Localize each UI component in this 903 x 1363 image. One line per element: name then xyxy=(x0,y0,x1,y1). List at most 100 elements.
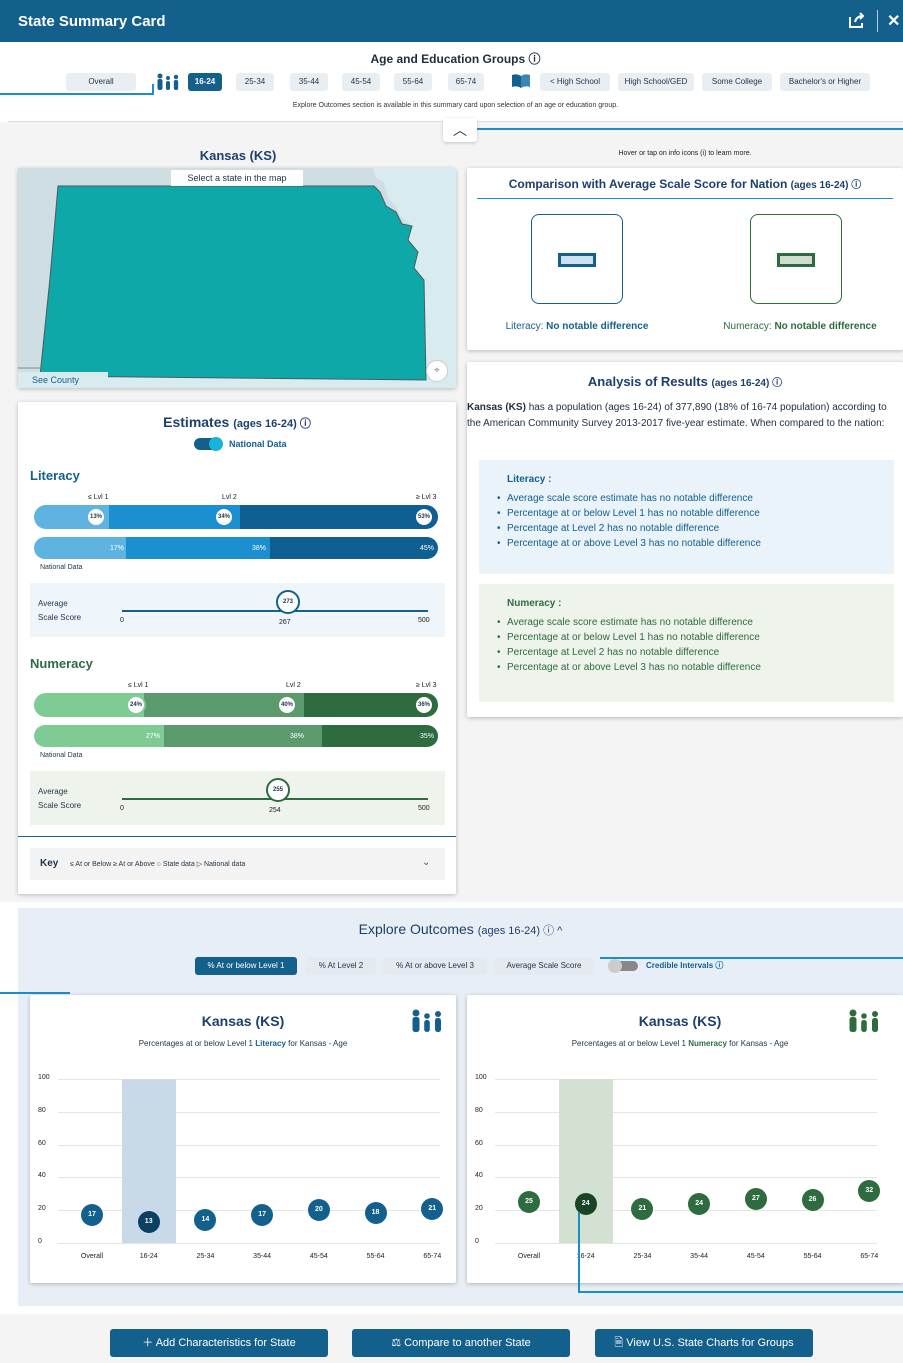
outcome-tab-0[interactable]: % At or below Level 1 xyxy=(195,957,297,975)
kansas-map-shape[interactable] xyxy=(18,168,456,388)
close-icon[interactable]: ✕ xyxy=(887,11,900,31)
data-point[interactable]: 14 xyxy=(194,1209,217,1232)
education-button-2[interactable]: Some College xyxy=(702,73,772,91)
data-point[interactable]: 24 xyxy=(688,1192,711,1215)
literacy-scale-min: 0 xyxy=(120,617,124,624)
annotation-line xyxy=(477,128,903,130)
overall-button[interactable]: Overall xyxy=(66,73,136,91)
level2-label: Lvl 2 xyxy=(222,494,237,501)
group-selector: Age and Education Groups ⓘ Overall 16-24… xyxy=(8,42,903,122)
x-tick-label: 16-24 xyxy=(139,1253,158,1260)
gridline xyxy=(495,1111,877,1113)
numeracy-national-score: 254 xyxy=(269,807,281,814)
y-tick-label: 0 xyxy=(38,1238,42,1245)
data-point[interactable]: 20 xyxy=(307,1199,330,1222)
numeracy-state-lvl1: 24% xyxy=(126,695,146,715)
gridline xyxy=(58,1243,440,1244)
share-icon[interactable] xyxy=(848,11,866,29)
compare-state-button[interactable]: ⚖ Compare to another State xyxy=(352,1329,570,1357)
divider xyxy=(477,198,893,199)
age-button-45-54[interactable]: 45-54 xyxy=(342,73,380,91)
numeracy-chart-title: Kansas (KS) xyxy=(638,1013,722,1029)
numeracy-national-lvl2: 38% xyxy=(290,733,305,740)
data-point[interactable]: 21 xyxy=(421,1197,444,1220)
annotation-line xyxy=(578,1212,580,1292)
numeracy-compare-text: Numeracy: No notable difference xyxy=(723,321,877,332)
x-tick-label: Overall xyxy=(517,1253,541,1260)
outcome-tab-2[interactable]: % At or above Level 3 xyxy=(383,957,487,975)
numeracy-chart-plot: 0 20 40 60 80 100 25 Overall 24 16-24 21 25-34 24 35-… xyxy=(467,1065,893,1275)
annotation-line xyxy=(0,992,70,994)
data-point[interactable]: 18 xyxy=(364,1202,387,1225)
y-tick-label: 20 xyxy=(475,1205,483,1213)
age-button-16-24[interactable]: 16-24 xyxy=(188,73,222,91)
numeracy-scale-min: 0 xyxy=(120,805,124,812)
education-button-3[interactable]: Bachelor's or Higher xyxy=(780,73,870,91)
y-tick-label: 20 xyxy=(38,1205,46,1213)
numeracy-national-label: National Data xyxy=(40,752,83,759)
key-label: Key xyxy=(40,858,59,869)
analysis-item: Average scale score estimate has no nota… xyxy=(497,617,876,628)
plus-icon: ＋ xyxy=(142,1337,156,1349)
education-button-0[interactable]: < High School xyxy=(540,73,610,91)
literacy-state-lvl2: 34% xyxy=(214,507,234,527)
analysis-item: Average scale score estimate has no nota… xyxy=(497,493,876,504)
estimates-card: Estimates (ages 16-24) ⓘ National Data L… xyxy=(18,402,456,894)
data-point[interactable]: 32 xyxy=(858,1179,881,1202)
numeracy-analysis-heading: Numeracy : xyxy=(507,598,562,609)
education-button-1[interactable]: High School/GED xyxy=(618,73,694,91)
age-button-65-74[interactable]: 65-74 xyxy=(448,73,484,91)
outcomes-title[interactable]: Explore Outcomes (ages 16-24) ⓘ ^ xyxy=(18,921,903,938)
groups-note: Explore Outcomes section is available in… xyxy=(292,102,619,109)
numeracy-heading: Numeracy xyxy=(30,656,93,671)
numeracy-scale-panel: Average Scale Score 0 500 255 254 xyxy=(30,771,445,825)
credible-intervals-toggle[interactable] xyxy=(608,959,638,973)
outcome-tab-3[interactable]: Average Scale Score xyxy=(494,957,594,975)
key-text: ≤ At or Below ≥ At or Above ○ State data… xyxy=(70,861,246,868)
y-tick-label: 100 xyxy=(38,1074,50,1081)
outcome-tab-1[interactable]: % At Level 2 xyxy=(306,957,376,975)
literacy-analysis-heading: Literacy : xyxy=(507,474,552,485)
national-data-toggle[interactable] xyxy=(194,437,223,451)
add-characteristics-button[interactable]: ＋ Add Characteristics for State xyxy=(110,1329,328,1357)
literacy-heading: Literacy xyxy=(30,468,80,483)
x-tick-label: 35-44 xyxy=(253,1253,272,1260)
view-state-charts-button[interactable]: 🗎 View U.S. State Charts for Groups xyxy=(595,1329,813,1357)
national-data-label: National Data xyxy=(229,439,287,449)
x-tick-label: 45-54 xyxy=(309,1253,328,1260)
state-map[interactable]: Select a state in the map See County ⌖ xyxy=(18,168,456,388)
gridline xyxy=(58,1177,440,1179)
key-panel[interactable]: Key ≤ At or Below ≥ At or Above ○ State … xyxy=(30,848,445,880)
reset-zoom-icon[interactable]: ⌖ xyxy=(426,360,448,382)
data-point[interactable]: 27 xyxy=(744,1187,767,1210)
annotation-line xyxy=(578,1291,903,1293)
see-county-link[interactable]: See County xyxy=(18,372,108,388)
analysis-item: Percentage at or above Level 3 has no no… xyxy=(497,662,876,673)
literacy-state-lvl3: 53% xyxy=(414,507,434,527)
add-characteristics-label: Add Characteristics for State xyxy=(155,1337,296,1349)
data-point[interactable]: 13 xyxy=(137,1210,160,1233)
literacy-analysis: Literacy : Average scale score estimate … xyxy=(479,460,894,574)
collapse-groups-chevron-icon[interactable]: ︿ xyxy=(443,118,477,142)
info-hint: Hover or tap on info icons (i) to learn … xyxy=(618,150,752,157)
y-tick-label: 0 xyxy=(475,1238,479,1245)
data-point[interactable]: 17 xyxy=(81,1204,103,1227)
document-icon: 🗎 xyxy=(614,1337,627,1349)
data-point[interactable]: 25 xyxy=(518,1191,540,1213)
age-button-25-34[interactable]: 25-34 xyxy=(236,73,274,91)
age-button-55-64[interactable]: 55-64 xyxy=(394,73,432,91)
age-button-35-44[interactable]: 35-44 xyxy=(290,73,328,91)
literacy-national-lvl2: 38% xyxy=(252,545,267,552)
numeracy-national-lvl1: 27% xyxy=(146,733,161,740)
data-point[interactable]: 26 xyxy=(801,1189,824,1212)
book-icon xyxy=(512,74,530,88)
view-state-charts-label: View U.S. State Charts for Groups xyxy=(626,1337,794,1349)
chevron-down-icon[interactable]: ⌄ xyxy=(422,857,430,868)
title-divider xyxy=(877,10,878,32)
numeracy-chart-subtitle: Percentages at or below Level 1 Numeracy… xyxy=(571,1039,789,1048)
numeracy-scale-label: Average Scale Score xyxy=(38,787,82,810)
credible-intervals-label: Credible Intervals ⓘ xyxy=(646,961,724,970)
data-point[interactable]: 21 xyxy=(631,1197,654,1220)
data-point[interactable]: 17 xyxy=(251,1204,274,1227)
numeracy-compare-box xyxy=(750,214,842,304)
